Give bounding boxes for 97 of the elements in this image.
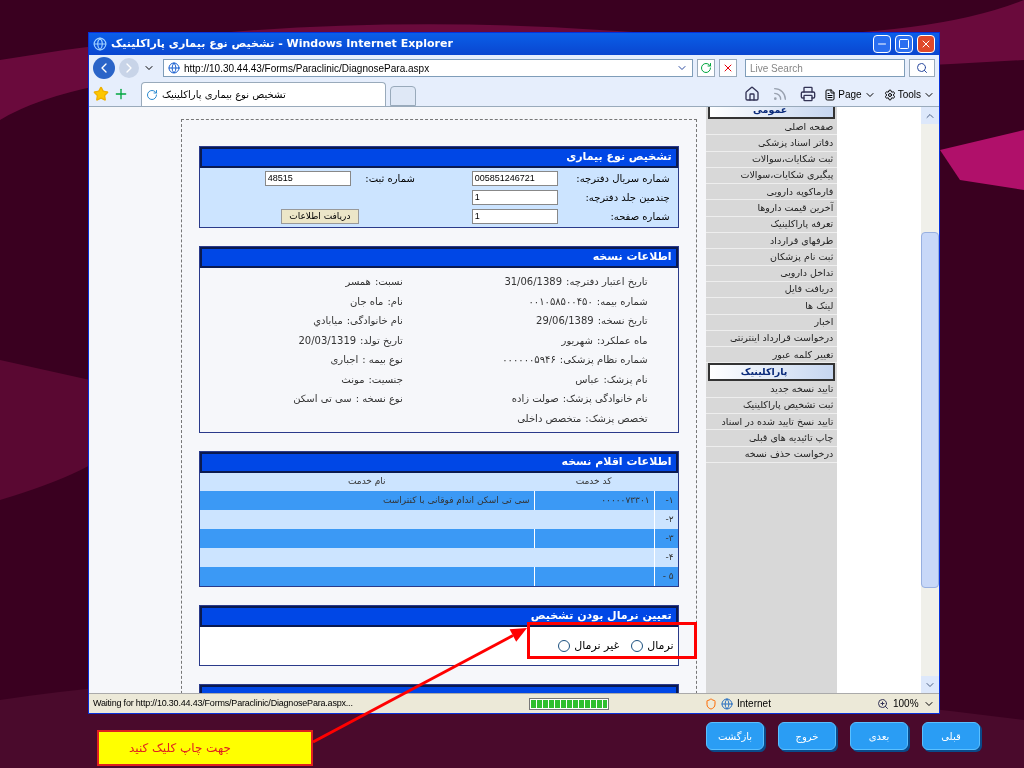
page-globe-icon <box>168 62 180 74</box>
window-title: تشخیص نوع بیماری پاراکلینیک - Windows Internet Explorer <box>111 35 454 52</box>
info-label: تاریخ اعتبار دفترچه: <box>566 275 648 290</box>
info-label: نام پزشک: <box>603 372 648 387</box>
info-label: تاریخ تولد: <box>360 333 403 348</box>
info-value: صولت زاده <box>511 392 559 407</box>
text-field[interactable]: 48515 <box>264 171 351 186</box>
info-label: تاریخ نسخه: <box>597 314 648 329</box>
feeds-icon[interactable] <box>772 86 789 102</box>
column-header: نام خدمت <box>347 475 387 489</box>
tab-label: تشخیص نوع بیماری پاراکلینیک <box>162 88 286 102</box>
callout-label[interactable]: جهت چاپ کلیک کنید <box>97 730 313 766</box>
info-value: همسر <box>345 275 371 290</box>
info-label: جنسیت: <box>368 372 403 387</box>
search-icon <box>916 62 928 74</box>
table-row[interactable]: ۴- <box>200 548 678 567</box>
close-button[interactable] <box>917 35 935 53</box>
search-field[interactable]: Live Search <box>745 59 905 77</box>
info-label: نوع بیمه : <box>362 353 403 368</box>
text-field[interactable]: 005851246721 <box>471 171 558 186</box>
stop-icon <box>722 62 734 74</box>
favorites-star-icon[interactable] <box>93 86 109 102</box>
zoom-level[interactable]: 100% <box>893 696 923 711</box>
panel-title: اطلاعات نسخه <box>592 249 672 266</box>
home-icon[interactable] <box>744 86 761 102</box>
info-label: شماره نظام پزشکی: <box>559 353 648 368</box>
table-row[interactable]: ۱- ۰۰۰۰۰۷۳۳۰۱ سی تی اسکن اندام فوقانی با کنتراست <box>200 491 678 510</box>
table-cell-text: سی تی اسکن اندام فوقانی با کنتراست <box>381 493 531 507</box>
table-row[interactable]: ۲- <box>200 510 678 529</box>
table-row[interactable]: ۳- <box>200 529 678 548</box>
radio-button[interactable] <box>631 640 644 652</box>
info-value: ۰۰۰۰۰۰۵۹۴۶ <box>502 353 556 368</box>
zone-text: Internet <box>737 697 772 711</box>
status-text: Waiting for http://10.30.44.43/Forms/Paraclinic/DiagnosePara.aspx... <box>93 696 354 710</box>
close-icon <box>920 38 932 50</box>
radio-option[interactable]: نرمال <box>631 637 674 655</box>
minimize-button[interactable] <box>873 35 891 53</box>
panel-title: اطلاعات اقلام نسخه <box>561 454 672 471</box>
tools-menu-button[interactable]: Tools <box>883 87 935 102</box>
info-label: نسبت: <box>374 275 403 290</box>
table-cell: ۵ - <box>653 567 678 586</box>
maximize-button[interactable] <box>895 35 913 53</box>
info-value: ماه جان <box>350 294 384 309</box>
field-label: شماره صفحه: <box>609 210 670 224</box>
page-icon <box>824 88 837 101</box>
browser-logo-icon <box>93 37 107 51</box>
info-label: نام: <box>387 294 403 309</box>
scrollbar[interactable] <box>921 107 939 693</box>
field-label: شماره ثبت: <box>364 172 415 186</box>
info-value: 31/06/1389 <box>504 275 563 290</box>
column-header: کد خدمت <box>574 475 613 489</box>
info-value: مونث <box>341 372 365 387</box>
radio-button[interactable] <box>558 640 571 652</box>
info-value: شهریور <box>561 333 593 348</box>
zoom-icon <box>877 697 889 710</box>
info-label: نوع نسخه : <box>355 392 403 407</box>
info-value: میابادي <box>313 314 343 329</box>
refresh-button[interactable] <box>697 59 715 77</box>
table-row[interactable]: ۵ - <box>200 567 678 586</box>
refresh-icon <box>700 62 712 74</box>
back-button[interactable] <box>93 57 115 79</box>
globe-icon <box>721 697 733 710</box>
panel-title: تشخیص نوع بیماری <box>566 149 672 166</box>
security-icon <box>705 697 717 710</box>
text-field[interactable]: 1 <box>471 209 558 224</box>
loading-icon <box>146 88 158 101</box>
info-value: 20/03/1319 <box>298 333 357 348</box>
info-value: متخصص داخلی <box>517 411 582 426</box>
radio-option[interactable]: غیر نرمال <box>558 637 620 655</box>
browser-tab[interactable]: تشخیص نوع بیماری پاراکلینیک <box>141 82 386 106</box>
search-button[interactable] <box>909 59 935 77</box>
add-favorite-icon[interactable] <box>113 86 129 102</box>
info-value: ۰۰۱۰۵۸۵۰۰۴۵۰ <box>528 294 593 309</box>
info-label: تخصص پزشک: <box>585 411 648 426</box>
field-label: چندمین جلد دفترچه: <box>584 191 670 205</box>
address-field[interactable]: http://10.30.44.43/Forms/Paraclinic/DiagnosePara.aspx <box>163 59 693 77</box>
info-value: عباس <box>575 372 600 387</box>
gear-icon <box>883 88 896 101</box>
url-text: http://10.30.44.43/Forms/Paraclinic/DiagnosePara.aspx <box>184 61 431 76</box>
info-label: ماه عملکرد: <box>596 333 648 348</box>
field-label: شماره سریال دفترچه: <box>575 172 670 186</box>
scroll-thumb[interactable] <box>921 232 939 588</box>
stop-button[interactable] <box>719 59 737 77</box>
text-field[interactable]: 1 <box>471 190 558 205</box>
print-icon[interactable] <box>800 86 817 102</box>
panel-title: تعیین نرمال بودن تشخیص <box>530 608 672 625</box>
fetch-info-button[interactable]: دریافت اطلاعات <box>280 209 359 224</box>
page-menu-button[interactable]: Page <box>824 87 876 102</box>
info-label: شماره بیمه: <box>596 294 648 309</box>
sidebar-section-header[interactable]: عمومی <box>707 107 836 119</box>
info-value: اجباری <box>330 353 359 368</box>
info-label: نام خانوادگی: <box>346 314 403 329</box>
maximize-icon <box>898 38 910 50</box>
info-label: نام خانوادگی پزشک: <box>562 392 648 407</box>
info-value: 29/06/1389 <box>536 314 594 329</box>
sidebar-section-header[interactable]: پاراکلینیک <box>707 363 836 382</box>
info-value: سی تی اسکن <box>293 392 352 407</box>
